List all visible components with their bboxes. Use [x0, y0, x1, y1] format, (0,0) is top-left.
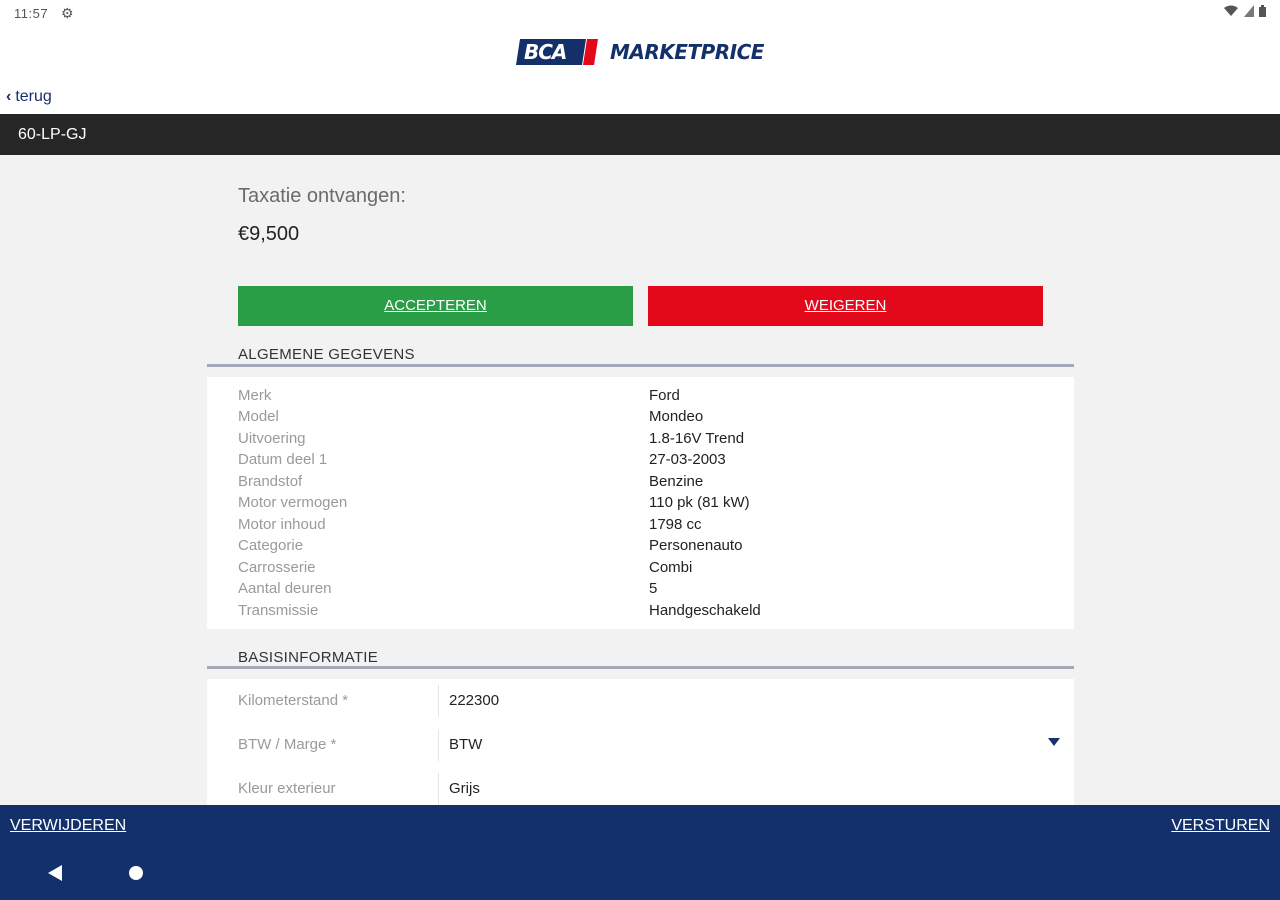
battery-icon: [1259, 5, 1266, 17]
wifi-icon: [1224, 5, 1239, 16]
field-label: Kilometerstand *: [238, 692, 349, 709]
section-title-basic: BASISINFORMATIE: [238, 649, 379, 666]
status-bar: 11:57 ⚙: [0, 0, 1280, 26]
bottom-action-bar: VERWIJDEREN VERSTUREN: [0, 805, 1280, 900]
general-row: Uitvoering 1.8-16V Trend: [238, 430, 1068, 451]
general-row-value: 1798 cc: [649, 516, 702, 533]
exterior-color-input[interactable]: Grijs: [449, 780, 480, 797]
general-row-value: Ford: [649, 387, 680, 404]
license-plate: 60-LP-GJ: [18, 126, 87, 143]
general-row-label: Datum deel 1: [238, 451, 328, 468]
delete-button[interactable]: VERWIJDEREN: [10, 817, 126, 835]
nav-home-icon[interactable]: [129, 866, 143, 880]
back-label: terug: [15, 88, 52, 105]
general-row-value: Handgeschakeld: [649, 602, 761, 619]
mileage-field[interactable]: Kilometerstand * 222300: [207, 679, 1074, 724]
general-row-value: 5: [649, 580, 658, 597]
plate-bar: 60-LP-GJ: [0, 114, 1280, 155]
valuation-value: €9,500: [238, 223, 300, 245]
back-link[interactable]: ‹ terug: [6, 88, 52, 106]
field-separator: [438, 685, 439, 717]
field-separator: [438, 773, 439, 805]
general-row-label: Motor vermogen: [238, 494, 348, 511]
general-row: Motor vermogen 110 pk (81 kW): [238, 494, 1068, 515]
section-divider: [207, 666, 1074, 669]
chevron-down-icon[interactable]: [1048, 738, 1060, 746]
general-row: Brandstof Benzine: [238, 473, 1068, 494]
vat-margin-value[interactable]: BTW: [449, 736, 482, 753]
general-row: Transmissie Handgeschakeld: [238, 602, 1068, 623]
general-row: Categorie Personenauto: [238, 537, 1068, 558]
logo-text: MARKETPRICE: [610, 40, 764, 64]
general-row: Datum deel 1 27-03-2003: [238, 451, 1068, 472]
logo-badge: BCA: [516, 39, 598, 65]
status-time: 11:57: [14, 6, 49, 21]
general-row-label: Motor inhoud: [238, 516, 326, 533]
section-divider: [207, 364, 1074, 367]
general-row-label: Aantal deuren: [238, 580, 332, 597]
general-row-label: Transmissie: [238, 602, 319, 619]
basic-info-card: Kilometerstand * 222300 BTW / Marge * BT…: [207, 679, 1074, 805]
general-row-value: Personenauto: [649, 537, 743, 554]
general-row: Aantal deuren 5: [238, 580, 1068, 601]
main-content: Taxatie ontvangen: €9,500 ACCEPTEREN WEI…: [0, 155, 1280, 805]
send-button[interactable]: VERSTUREN: [1171, 817, 1270, 835]
general-row-value: Mondeo: [649, 408, 704, 425]
reject-button[interactable]: WEIGEREN: [648, 286, 1043, 326]
general-row-value: Combi: [649, 559, 693, 576]
accept-button[interactable]: ACCEPTEREN: [238, 286, 633, 326]
general-row-label: Merk: [238, 387, 272, 404]
general-row-label: Uitvoering: [238, 430, 306, 447]
general-row-value: 1.8-16V Trend: [649, 430, 745, 447]
gear-icon: ⚙: [61, 5, 74, 21]
general-row-value: Benzine: [649, 473, 704, 490]
general-row: Carrosserie Combi: [238, 559, 1068, 580]
signal-icon: [1243, 5, 1254, 17]
general-row-value: 110 pk (81 kW): [649, 494, 750, 511]
field-label: Kleur exterieur: [238, 780, 336, 797]
general-row-label: Model: [238, 408, 279, 425]
status-icons: [1224, 5, 1266, 20]
general-row-label: Brandstof: [238, 473, 303, 490]
app-header: BCA MARKETPRICE ‹ terug: [0, 26, 1280, 114]
field-separator: [438, 729, 439, 761]
nav-back-icon[interactable]: [48, 865, 62, 881]
bca-marketprice-logo: BCA MARKETPRICE: [516, 39, 764, 65]
general-row-label: Carrosserie: [238, 559, 316, 576]
field-label: BTW / Marge *: [238, 736, 337, 753]
chevron-left-icon: ‹: [6, 88, 12, 105]
general-row-value: 27-03-2003: [649, 451, 726, 468]
exterior-color-field[interactable]: Kleur exterieur Grijs: [207, 767, 1074, 805]
vat-margin-select[interactable]: BTW / Marge * BTW: [207, 723, 1074, 768]
general-row: Motor inhoud 1798 cc: [238, 516, 1068, 537]
general-row-label: Categorie: [238, 537, 304, 554]
valuation-label: Taxatie ontvangen:: [238, 185, 406, 207]
section-title-general: ALGEMENE GEGEVENS: [238, 346, 415, 363]
general-row: Merk Ford: [238, 387, 1068, 408]
general-row: Model Mondeo: [238, 408, 1068, 429]
logo-badge-text: BCA: [524, 40, 567, 64]
general-data-card: Merk Ford Model Mondeo Uitvoering 1.8-16V T…: [207, 377, 1074, 629]
mileage-input[interactable]: 222300: [449, 692, 499, 709]
